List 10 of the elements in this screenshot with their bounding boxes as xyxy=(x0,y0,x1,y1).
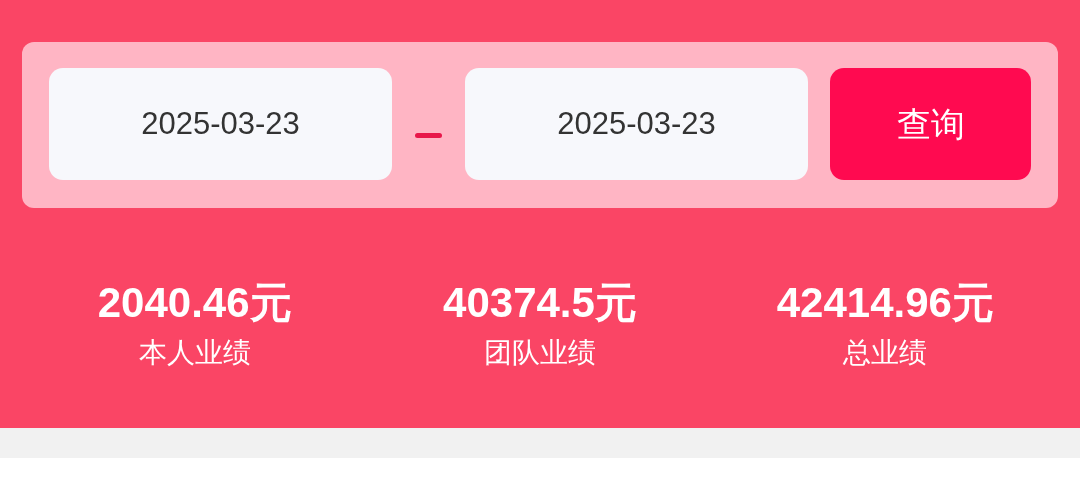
stat-value: 40374.5元 xyxy=(443,278,637,328)
range-separator xyxy=(415,132,442,138)
stat-label: 团队业绩 xyxy=(484,335,596,372)
start-date-field[interactable]: 2025-03-23 xyxy=(49,68,392,180)
end-date-field[interactable]: 2025-03-23 xyxy=(465,68,808,180)
stat-label: 总业绩 xyxy=(843,335,928,372)
stat-value: 2040.46元 xyxy=(97,278,292,328)
stat-value: 42414.96元 xyxy=(776,278,994,328)
query-button[interactable]: 查询 xyxy=(830,68,1031,180)
stat-label: 本人业绩 xyxy=(138,335,251,372)
